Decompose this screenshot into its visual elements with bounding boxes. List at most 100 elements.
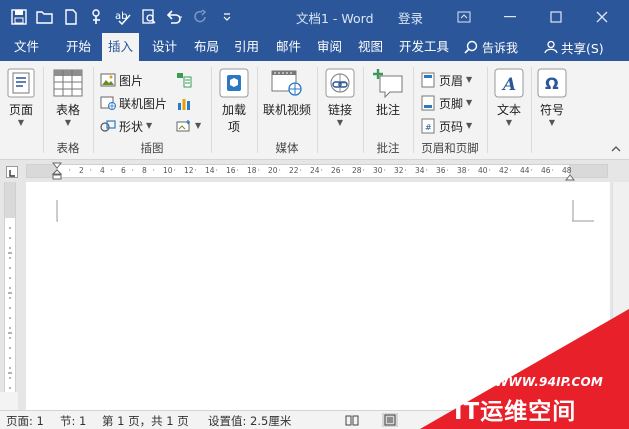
status-page-of[interactable]: 第 1 页，共 1 页 xyxy=(102,413,189,429)
screenshot-button[interactable]: ▼ xyxy=(176,116,201,136)
tab-mailings[interactable]: 邮件 xyxy=(270,33,307,61)
online-picture-button[interactable]: 联机图片 xyxy=(100,93,167,113)
search-icon xyxy=(464,40,478,54)
undo-icon[interactable] xyxy=(164,6,186,28)
tab-layout[interactable]: 布局 xyxy=(188,33,225,61)
group-pages: 页面 ▼ xyxy=(0,65,42,158)
chevron-down-icon: ▼ xyxy=(195,121,202,130)
ruler-tick-label: 42 xyxy=(499,166,509,175)
online-video-button[interactable]: 联机视频 xyxy=(261,67,313,118)
ruler-tick-label: 32 xyxy=(394,166,404,175)
ruler-tick-label: 22 xyxy=(289,166,299,175)
group-comments-label: 批注 xyxy=(376,141,400,155)
horizontal-ruler[interactable]: 2 · 4 · 6 · 8 · 10 · 12 · 14 · 16 · 18 · 20 · 22 · 24 · 26 · 28 · 30… xyxy=(0,160,629,182)
group-comments: 批注 批注 xyxy=(364,65,412,158)
group-illustrations: 图片 联机图片 形状 ▼ ▼ 插图 xyxy=(94,65,210,158)
comment-button[interactable]: 批注 xyxy=(371,67,405,118)
ribbon-insert: 页面 ▼ 表格 ▼ 表格 图片 联机图片 形状 ▼ ▼ 插图 加载 项 联机视频… xyxy=(0,61,629,160)
tab-references[interactable]: 引用 xyxy=(228,33,265,61)
page-number-button[interactable]: # 页码 ▼ xyxy=(420,116,472,136)
window-title: 文档1 - Word xyxy=(296,11,374,26)
touch-mode-icon[interactable] xyxy=(86,6,108,28)
save-icon[interactable] xyxy=(8,6,30,28)
indent-marker-icon[interactable] xyxy=(51,162,63,183)
maximize-icon[interactable] xyxy=(533,0,579,33)
store-icon xyxy=(218,67,250,99)
svg-text:Ω: Ω xyxy=(545,74,559,93)
smartart-button[interactable] xyxy=(176,70,192,90)
read-mode-icon[interactable] xyxy=(344,413,360,427)
print-preview-icon[interactable] xyxy=(138,6,160,28)
vertical-ruler[interactable] xyxy=(0,182,18,392)
table-label: 表格 xyxy=(55,103,80,117)
ruler-tick-label: 24 xyxy=(310,166,320,175)
shapes-label: 形状 xyxy=(119,119,144,134)
ruler-tick-dot: · xyxy=(173,166,176,175)
group-tables: 表格 ▼ 表格 xyxy=(44,65,92,158)
footer-icon xyxy=(420,95,436,111)
tab-insert[interactable]: 插入 xyxy=(102,33,140,61)
shapes-button[interactable]: 形状 ▼ xyxy=(100,116,152,136)
footer-button[interactable]: 页脚 ▼ xyxy=(420,93,472,113)
svg-text:A: A xyxy=(501,75,516,95)
ruler-tick-label: 44 xyxy=(520,166,530,175)
tab-view[interactable]: 视图 xyxy=(352,33,389,61)
addins-button[interactable]: 加载 项 xyxy=(216,67,252,135)
text-button[interactable]: A 文本 ▼ xyxy=(492,67,526,128)
person-icon xyxy=(544,40,558,54)
document-area xyxy=(18,182,612,410)
customize-qat-icon[interactable] xyxy=(216,6,238,28)
chart-button[interactable] xyxy=(176,93,192,113)
ruler-tick-dot: · xyxy=(383,166,386,175)
print-layout-icon[interactable] xyxy=(382,413,398,427)
header-icon xyxy=(420,72,436,88)
collapse-ribbon-icon[interactable] xyxy=(611,144,621,155)
symbols-button[interactable]: Ω 符号 ▼ xyxy=(535,67,569,128)
tab-developer[interactable]: 开发工具 xyxy=(393,33,455,61)
group-addins: 加载 项 xyxy=(212,65,256,158)
login-link[interactable]: 登录 xyxy=(398,8,423,27)
group-text: A 文本 ▼ xyxy=(488,65,530,158)
picture-label: 图片 xyxy=(119,73,144,88)
footer-label: 页脚 xyxy=(439,96,464,111)
picture-button[interactable]: 图片 xyxy=(100,70,143,90)
ruler-tick-label: 6 xyxy=(121,166,126,175)
tab-home[interactable]: 开始 xyxy=(60,33,97,61)
vertical-ruler-ticks xyxy=(8,227,12,389)
document-page[interactable] xyxy=(26,182,610,410)
chevron-down-icon: ▼ xyxy=(336,118,344,127)
pages-button[interactable]: 页面 ▼ xyxy=(4,67,38,128)
chevron-down-icon: ▼ xyxy=(17,118,25,127)
links-button[interactable]: 链接 ▼ xyxy=(323,67,357,128)
screenshot-icon xyxy=(176,118,192,134)
group-media: 联机视频 媒体 xyxy=(258,65,316,158)
ruler-tick-label: 16 xyxy=(226,166,236,175)
spelling-icon[interactable]: ab xyxy=(112,6,134,28)
tell-me-label: 告诉我 xyxy=(482,40,519,55)
ruler-tick-dot: · xyxy=(425,166,428,175)
tell-me-box[interactable]: 告诉我 xyxy=(464,33,518,61)
open-folder-icon[interactable] xyxy=(34,6,56,28)
pages-label: 页面 xyxy=(8,103,33,117)
tab-review[interactable]: 审阅 xyxy=(311,33,348,61)
tab-file[interactable]: 文件 xyxy=(8,33,45,61)
window-controls xyxy=(441,0,625,33)
vertical-scrollbar[interactable] xyxy=(612,182,629,392)
smartart-icon xyxy=(176,72,192,88)
chevron-down-icon: ▼ xyxy=(64,118,72,127)
status-section[interactable]: 节: 1 xyxy=(60,413,86,429)
header-button[interactable]: 页眉 ▼ xyxy=(420,70,472,90)
new-document-icon[interactable] xyxy=(60,6,82,28)
online-video-label: 联机视频 xyxy=(262,103,311,117)
share-button[interactable]: 共享(S) xyxy=(544,33,604,61)
status-page[interactable]: 页面: 1 xyxy=(6,413,44,429)
close-icon[interactable] xyxy=(579,0,625,33)
minimize-icon[interactable] xyxy=(487,0,533,33)
chevron-down-icon: ▼ xyxy=(146,121,153,130)
ruler-tick-dot: · xyxy=(551,166,554,175)
ribbon-display-options-icon[interactable] xyxy=(441,0,487,33)
tab-design[interactable]: 设计 xyxy=(146,33,183,61)
table-button[interactable]: 表格 ▼ xyxy=(51,67,85,128)
tab-selector[interactable] xyxy=(6,166,18,178)
status-setting[interactable]: 设置值: 2.5厘米 xyxy=(208,413,291,429)
